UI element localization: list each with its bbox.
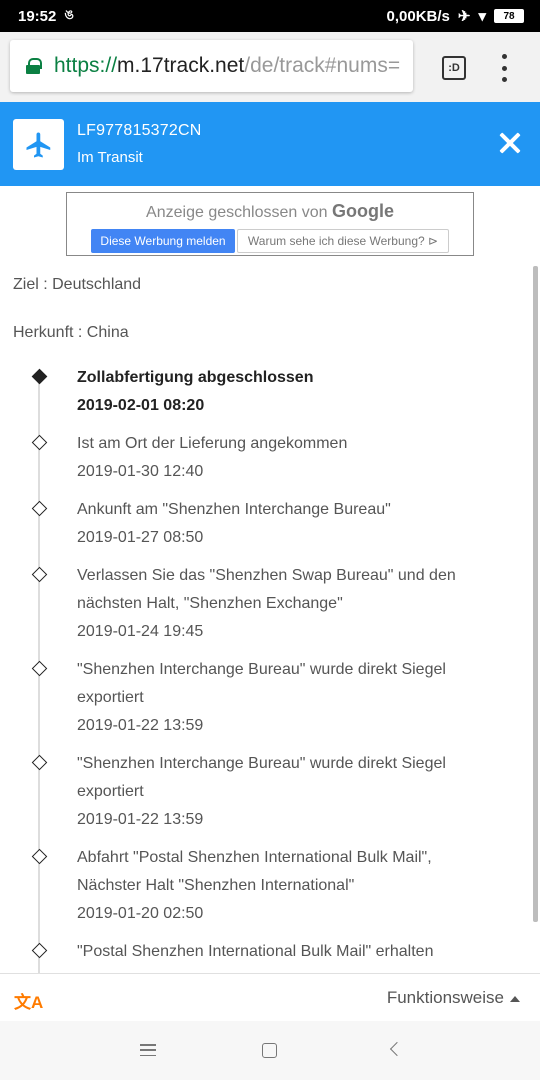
event-description: Verlassen Sie das "Shenzhen Swap Bureau"… (77, 567, 456, 612)
event-description: "Shenzhen Interchange Bureau" wurde dire… (77, 755, 446, 800)
wifi-icon: ▾ (478, 8, 486, 25)
event-description: Ist am Ort der Lieferung angekommen (77, 435, 348, 452)
why-this-ad-button[interactable]: Warum sehe ich diese Werbung? ⊳ (237, 229, 449, 253)
event-description: "Postal Shenzhen International Bulk Mail… (77, 943, 434, 960)
event-time: 2019-01-22 13:59 (77, 717, 204, 734)
ad-closed-text: Anzeige geschlossen von (146, 204, 328, 221)
how-it-works-label: Funktionsweise (386, 988, 504, 1007)
tracking-status: Im Transit (77, 149, 143, 166)
caret-up-icon (510, 995, 520, 1002)
system-navigation-bar (0, 1021, 540, 1080)
home-icon[interactable] (262, 1043, 277, 1058)
timeline-marker-icon (31, 434, 48, 451)
closed-ad-box: Anzeige geschlossen von Google Diese Wer… (66, 192, 474, 256)
scrollbar[interactable] (533, 266, 538, 922)
timeline-marker-icon (31, 942, 48, 959)
event-time: 2019-01-24 19:45 (77, 623, 204, 640)
airplane-mode-icon: ✈ (457, 8, 471, 25)
tracking-header: LF977815372CN Im Transit (0, 102, 540, 186)
airplane-icon (13, 119, 64, 170)
event-time: 2019-01-22 13:59 (77, 811, 204, 828)
close-icon[interactable] (492, 126, 528, 162)
back-icon[interactable] (389, 1041, 405, 1057)
network-speed: 0,00KB/s (386, 7, 450, 25)
timeline-marker-icon (31, 660, 48, 677)
event-description: Ankunft am "Shenzhen Interchange Bureau" (77, 501, 391, 518)
lock-icon (26, 58, 42, 74)
status-bar: 19:52 ঙ 0,00KB/s ✈ ▾ 78 (0, 0, 540, 32)
event-time: 2019-01-20 02:50 (77, 905, 204, 922)
notification-icon: ঙ (64, 6, 74, 22)
event-time: 2019-01-27 08:50 (77, 529, 204, 546)
report-ad-button[interactable]: Diese Werbung melden (91, 229, 235, 253)
event-time: 2019-02-01 08:20 (77, 397, 205, 414)
event-time: 2019-01-30 12:40 (77, 463, 204, 480)
recent-apps-icon[interactable] (140, 1044, 156, 1056)
google-logo: Google (331, 201, 394, 221)
tracking-number: LF977815372CN (77, 122, 202, 139)
event-description: "Shenzhen Interchange Bureau" wurde dire… (77, 661, 446, 706)
timeline-marker-icon (31, 566, 48, 583)
timeline-marker-icon (31, 754, 48, 771)
timeline-marker-icon (31, 848, 48, 865)
timeline-marker-icon (31, 500, 48, 517)
url-path: /de/track#nums= (244, 54, 401, 77)
timeline-marker-icon (31, 368, 48, 385)
event-description: Zollabfertigung abgeschlossen (77, 369, 314, 386)
timeline-line (38, 382, 40, 973)
battery-icon: 78 (494, 9, 524, 23)
clock: 19:52 (18, 7, 57, 25)
event-description: Abfahrt "Postal Shenzhen International B… (77, 849, 432, 894)
ad-closed-label: Anzeige geschlossen von Google (67, 201, 473, 222)
footer-bar: 文A Funktionsweise (0, 973, 540, 1021)
url-host: m.17track.net (117, 54, 245, 77)
address-bar[interactable]: https://m.17track.net/de/track#nums= (10, 40, 413, 92)
tab-switcher-button[interactable]: :D (442, 56, 466, 80)
destination-label: Ziel : Deutschland (13, 276, 142, 293)
browser-menu-icon[interactable] (494, 54, 514, 82)
translate-icon[interactable]: 文A (14, 988, 43, 1013)
origin-label: Herkunft : China (13, 324, 129, 341)
browser-toolbar: https://m.17track.net/de/track#nums= :D (0, 32, 540, 102)
how-it-works-button[interactable]: Funktionsweise (387, 988, 520, 1008)
url-scheme: https:// (54, 54, 118, 77)
url-text[interactable]: https://m.17track.net/de/track#nums= (54, 54, 400, 78)
